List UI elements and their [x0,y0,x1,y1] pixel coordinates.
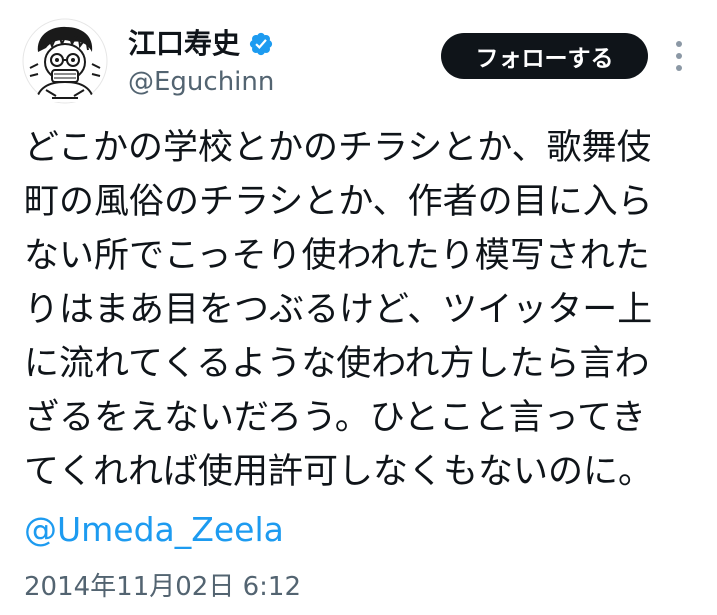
tweet-timestamp[interactable]: 2014年11月02日 6:12 [24,567,301,607]
tweet-line: ざるをえないだろう。ひとこと言ってき [24,398,646,438]
tweet-line: りはまあ目をつぶるけど、ツイッター上 [24,290,653,330]
verified-badge-icon[interactable] [248,31,274,57]
follow-button[interactable]: フォローする [441,33,648,79]
tweet-line: どこかの学校とかのチラシとか、歌舞伎 [24,128,652,168]
author-handle[interactable]: @Eguchinn [128,64,274,100]
more-vertical-icon[interactable] [667,36,691,76]
avatar[interactable] [22,18,108,104]
author-display-name[interactable]: 江口寿史 [128,24,240,64]
avatar-illustration [22,18,108,104]
more-dot [676,65,682,71]
tweet-text: どこかの学校とかのチラシとか、歌舞伎 町の風俗のチラシとか、作者の目に入ら ない… [24,121,704,499]
more-dot [676,53,682,59]
mention-link[interactable]: @Umeda_Zeela [24,503,284,557]
tweet-line: に流れてくるような使われ方したら言わ [24,344,650,384]
tweet-line: 町の風俗のチラシとか、作者の目に入ら [24,182,653,222]
tweet-line: てくれれば使用許可しなくもないのに。 [24,452,653,492]
more-dot [676,41,682,47]
author-name-row: 江口寿史 [128,24,274,64]
tweet-line: ない所でこっそり使われたり模写された [24,236,650,276]
